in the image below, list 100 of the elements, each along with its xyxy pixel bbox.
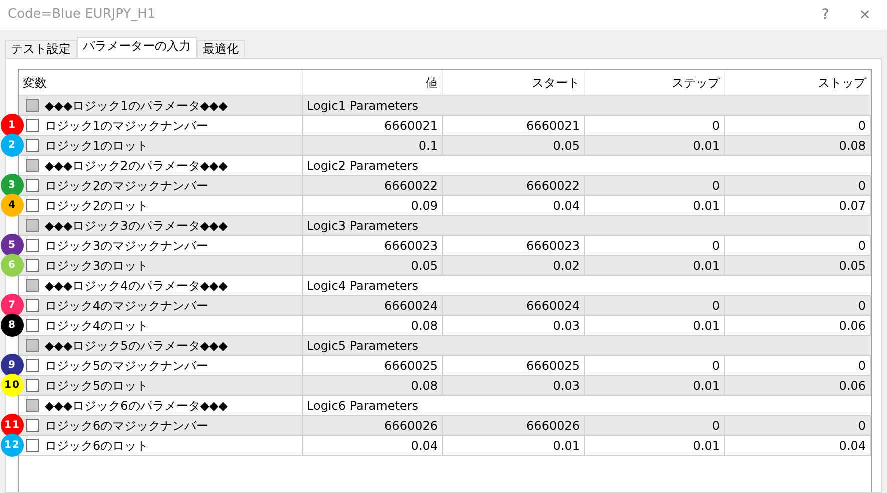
table-cell[interactable]: 6660025: [443, 356, 585, 375]
checkbox[interactable]: [26, 139, 39, 152]
parameter-name: ロジック2のマジックナンバー: [45, 178, 209, 194]
parameter-name: ロジック5のマジックナンバー: [45, 358, 209, 374]
table-cell[interactable]: 0: [585, 296, 725, 315]
checkbox[interactable]: [26, 119, 39, 132]
group-name: ◆◆◆ロジック2のパラメータ◆◆◆: [45, 158, 228, 174]
checkbox[interactable]: [26, 259, 39, 272]
parameter-name: ロジック3のロット: [45, 258, 149, 274]
table-cell[interactable]: 0.01: [585, 256, 725, 275]
table-cell[interactable]: 6660026: [443, 416, 585, 435]
parameter-name: ロジック6のロット: [45, 438, 149, 454]
group-comment: Logic4 Parameters: [306, 278, 420, 294]
table-cell[interactable]: 0: [725, 176, 871, 195]
table-cell[interactable]: 0.04: [443, 196, 585, 215]
group-name: ◆◆◆ロジック1のパラメータ◆◆◆: [45, 98, 228, 114]
tab[interactable]: テスト設定: [5, 40, 77, 58]
number-badge: 7: [1, 294, 24, 317]
checkbox[interactable]: [26, 439, 39, 452]
number-badge: 3: [1, 174, 24, 197]
table-cell[interactable]: 0: [585, 236, 725, 255]
table-cell[interactable]: 0: [725, 356, 871, 375]
table-cell[interactable]: 0.08: [303, 376, 443, 395]
group-name: ◆◆◆ロジック5のパラメータ◆◆◆: [45, 338, 228, 354]
tab[interactable]: 最適化: [197, 40, 245, 58]
table-cell[interactable]: 0.02: [443, 256, 585, 275]
column-header[interactable]: ストップ: [725, 70, 871, 95]
number-badge: 9: [1, 354, 24, 377]
table-cell[interactable]: 0.01: [585, 316, 725, 335]
group-name: ◆◆◆ロジック6のパラメータ◆◆◆: [45, 398, 228, 414]
checkbox[interactable]: [26, 319, 39, 332]
parameter-name: ロジック4のロット: [45, 318, 149, 334]
number-badge: 1: [1, 114, 24, 137]
table-cell[interactable]: 0.04: [725, 436, 871, 455]
table-cell[interactable]: 6660024: [443, 296, 585, 315]
number-badge: 5: [1, 234, 24, 257]
group-comment: Logic3 Parameters: [306, 218, 420, 234]
table-cell[interactable]: 0.01: [443, 436, 585, 455]
column-header[interactable]: ステップ: [585, 70, 725, 95]
checkbox[interactable]: [26, 239, 39, 252]
table-cell[interactable]: 0: [585, 116, 725, 135]
column-header[interactable]: 変数: [19, 70, 303, 95]
checkbox[interactable]: [26, 419, 39, 432]
table-cell[interactable]: 6660022: [303, 176, 443, 195]
table-cell[interactable]: 0: [585, 176, 725, 195]
table-cell[interactable]: 6660023: [443, 236, 585, 255]
number-badge: 10: [1, 374, 24, 397]
checkbox[interactable]: [26, 199, 39, 212]
checkbox[interactable]: [26, 379, 39, 392]
table-cell[interactable]: 0.05: [443, 136, 585, 155]
table-cell[interactable]: 6660021: [303, 116, 443, 135]
table-cell[interactable]: 0.09: [303, 196, 443, 215]
table-cell[interactable]: 0: [725, 236, 871, 255]
close-button[interactable]: ×: [859, 4, 871, 26]
checkbox[interactable]: [26, 359, 39, 372]
group-name: ◆◆◆ロジック4のパラメータ◆◆◆: [45, 278, 228, 294]
table-cell[interactable]: 6660025: [303, 356, 443, 375]
number-badge: 12: [1, 434, 24, 457]
table-cell[interactable]: 0.06: [725, 316, 871, 335]
table-cell[interactable]: 6660022: [443, 176, 585, 195]
parameter-name: ロジック5のロット: [45, 378, 149, 394]
number-badge: 8: [1, 314, 24, 337]
table-cell[interactable]: 0: [725, 416, 871, 435]
number-badge: 6: [1, 254, 24, 277]
group-comment: Logic6 Parameters: [306, 398, 420, 414]
parameter-name: ロジック6のマジックナンバー: [45, 418, 209, 434]
table-cell[interactable]: 0: [585, 416, 725, 435]
table-cell[interactable]: 0.01: [585, 376, 725, 395]
table-cell[interactable]: 0.06: [725, 376, 871, 395]
table-cell[interactable]: 6660024: [303, 296, 443, 315]
window-title: Code=Blue EURJPY_H1: [8, 6, 156, 24]
table-cell[interactable]: 0.05: [725, 256, 871, 275]
table-cell[interactable]: 6660021: [443, 116, 585, 135]
parameter-name: ロジック4のマジックナンバー: [45, 298, 209, 314]
table-cell[interactable]: 0: [725, 116, 871, 135]
column-header[interactable]: 値: [303, 70, 443, 95]
table-cell[interactable]: 0.03: [443, 316, 585, 335]
group-comment: Logic2 Parameters: [306, 158, 420, 174]
table-cell[interactable]: 0.08: [303, 316, 443, 335]
table-cell[interactable]: 0.03: [443, 376, 585, 395]
table-cell[interactable]: 0.07: [725, 196, 871, 215]
table-cell[interactable]: 0.01: [585, 136, 725, 155]
table-cell[interactable]: 6660026: [303, 416, 443, 435]
help-button[interactable]: ?: [822, 4, 830, 26]
table-cell[interactable]: 0.04: [303, 436, 443, 455]
table-cell[interactable]: 0.1: [303, 136, 443, 155]
column-header[interactable]: スタート: [443, 70, 585, 95]
table-cell[interactable]: 0.05: [303, 256, 443, 275]
parameter-name: ロジック1のロット: [45, 138, 149, 154]
checkbox[interactable]: [26, 299, 39, 312]
tab[interactable]: パラメーターの入力: [77, 37, 197, 58]
table-cell[interactable]: 0: [585, 356, 725, 375]
number-badge: 11: [1, 414, 24, 437]
table-cell[interactable]: 0.01: [585, 196, 725, 215]
table-cell[interactable]: 0: [725, 296, 871, 315]
table-cell[interactable]: 0.01: [585, 436, 725, 455]
table-cell[interactable]: 6660023: [303, 236, 443, 255]
number-badge: 4: [1, 194, 24, 217]
table-cell[interactable]: 0.08: [725, 136, 871, 155]
checkbox[interactable]: [26, 179, 39, 192]
